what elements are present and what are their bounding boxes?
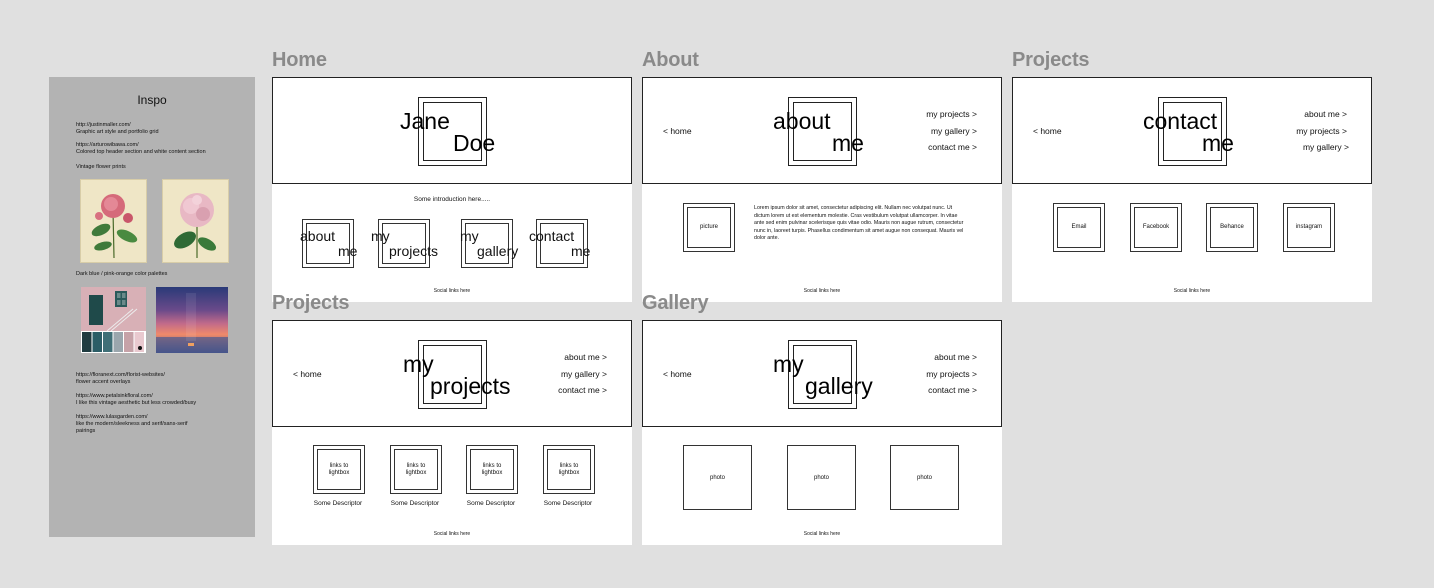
inspo-title: Inspo [137,93,167,107]
home-link[interactable]: < home [663,369,692,379]
tile-label: projects [389,243,439,259]
door-palette-image [81,287,146,353]
home-link[interactable]: < home [1033,126,1062,136]
nav-link-projects[interactable]: my projects > [926,369,977,379]
gallery-photo[interactable]: photo [683,445,752,510]
social-links-footer[interactable]: Social links here [642,531,1002,537]
social-links-footer[interactable]: Social links here [1012,288,1372,294]
logo-line2: projects [430,373,511,399]
nav-link-gallery[interactable]: my gallery > [931,126,977,136]
inspo-note: Dark blue / pink-orange color palettes [76,271,168,277]
about-body-text: Lorem ipsum dolor sit amet, consectetur … [754,205,964,241]
project-descriptor: Some Descriptor [390,500,440,507]
contact-label: Email [1057,207,1101,248]
inspo-note: Vintage flower prints [76,164,126,170]
header: contact me < home about me > my projects… [1012,77,1372,184]
lightbox-link[interactable]: links to lightbox [547,449,591,490]
header: my gallery < home about me > my projects… [642,320,1002,427]
rose-print-image [80,179,147,263]
nav-link-about[interactable]: about me > [564,352,607,362]
logo-line2: me [832,130,864,156]
lightbox-link[interactable]: links to lightbox [394,449,438,490]
nav-link-contact[interactable]: contact me > [928,142,977,152]
gallery-photo[interactable]: photo [787,445,856,510]
home-frame: Jane Doe Some introduction here..... abo… [272,77,632,302]
header: Jane Doe [272,77,632,184]
gallery-photo[interactable]: photo [890,445,959,510]
logo-line1: about [773,108,831,134]
picture-placeholder: picture [687,207,731,248]
tile-label: gallery [477,243,519,259]
inspo-note: https://www.petalsinkfloral.com/ I like … [76,393,197,406]
project-descriptor: Some Descriptor [543,500,593,507]
sunset-palette-image [156,287,228,353]
frame-title-projects: Projects [272,292,350,314]
home-link[interactable]: < home [293,369,322,379]
nav-link-about[interactable]: about me > [1304,109,1347,119]
inspo-note: https://arturowibawa.com/ Colored top he… [76,142,206,155]
inspo-note: http://justinmaller.com/ Graphic art sty… [76,122,159,135]
logo-line1: Jane [400,108,450,134]
tile-label: my [460,228,479,244]
projects-frame: my projects < home about me > my gallery… [272,320,632,545]
project-descriptor: Some Descriptor [466,500,516,507]
logo-line2: gallery [805,373,873,399]
project-descriptor: Some Descriptor [313,500,363,507]
about-frame: about me < home my projects > my gallery… [642,77,1002,302]
frame-title-contact: Projects [1012,49,1090,71]
hydrangea-print-image [162,179,229,263]
tile-label: about [300,228,336,244]
lightbox-link[interactable]: links to lightbox [470,449,514,490]
frame-title-gallery: Gallery [642,292,709,314]
home-link[interactable]: < home [663,126,692,136]
contact-frame: contact me < home about me > my projects… [1012,77,1372,302]
intro-text: Some introduction here..... [413,196,491,203]
frame-title-about: About [642,49,699,71]
tile-label: me [571,243,591,259]
header: my projects < home about me > my gallery… [272,320,632,427]
tile-label: me [338,243,358,259]
nav-link-projects[interactable]: my projects > [926,109,977,119]
tile-label: contact [529,228,575,244]
social-links-footer[interactable]: Social links here [272,531,632,537]
lightbox-link[interactable]: links to lightbox [317,449,361,490]
logo-line2: me [1202,130,1234,156]
logo-line1: my [773,351,804,377]
frame-title-home: Home [272,49,327,71]
inspo-note: https://www.lulasgarden.com/ like the mo… [76,414,188,434]
tile-label: my [371,228,390,244]
nav-link-contact[interactable]: contact me > [928,385,977,395]
contact-label: Behance [1210,207,1254,248]
nav-link-about[interactable]: about me > [934,352,977,362]
nav-link-contact[interactable]: contact me > [558,385,607,395]
logo-line2: Doe [453,130,496,156]
gallery-frame: my gallery < home about me > my projects… [642,320,1002,545]
nav-link-gallery[interactable]: my gallery > [561,369,607,379]
nav-link-gallery[interactable]: my gallery > [1303,142,1349,152]
nav-link-projects[interactable]: my projects > [1296,126,1347,136]
inspo-note: https://floranext.com/florist-websites/ … [76,372,165,385]
inspo-panel: Inspo http://justinmaller.com/ Graphic a… [49,77,255,537]
header: about me < home my projects > my gallery… [642,77,1002,184]
contact-label: Facebook [1134,207,1178,248]
contact-label: instagram [1287,207,1331,248]
